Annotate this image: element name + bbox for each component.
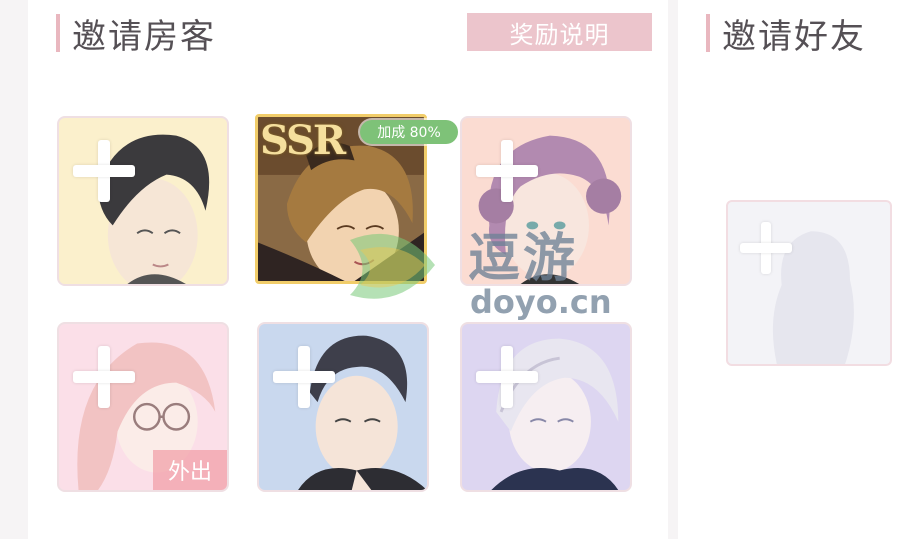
add-icon [476,140,538,202]
invite-guests-heading: 邀请房客 [56,14,216,57]
invite-friends-title: 邀请好友 [722,16,866,57]
add-icon [73,346,135,408]
guest-slot-1[interactable] [57,116,229,286]
watermark-text: 逗游 [468,229,579,289]
friend-slot[interactable] [726,200,892,366]
title-accent-bar [56,14,60,52]
watermark-url: doyo.cn [470,283,612,321]
add-icon [740,222,792,274]
away-status-tag: 外出 [153,450,227,490]
guest-slot-6[interactable] [460,322,632,492]
title-accent-bar [706,14,710,52]
invite-guests-title: 邀请房客 [72,16,216,57]
guest-slot-5[interactable] [257,322,429,492]
add-icon [273,346,335,408]
ssr-rarity-badge: SSR [260,117,346,164]
reward-info-button[interactable]: 奖励说明 [467,13,652,51]
bonus-tag: 加成 80% [360,120,458,144]
invite-friends-heading: 邀请好友 [706,14,866,57]
guest-slot-4[interactable]: 外出 [57,322,229,492]
add-icon [73,140,135,202]
add-icon [476,346,538,408]
